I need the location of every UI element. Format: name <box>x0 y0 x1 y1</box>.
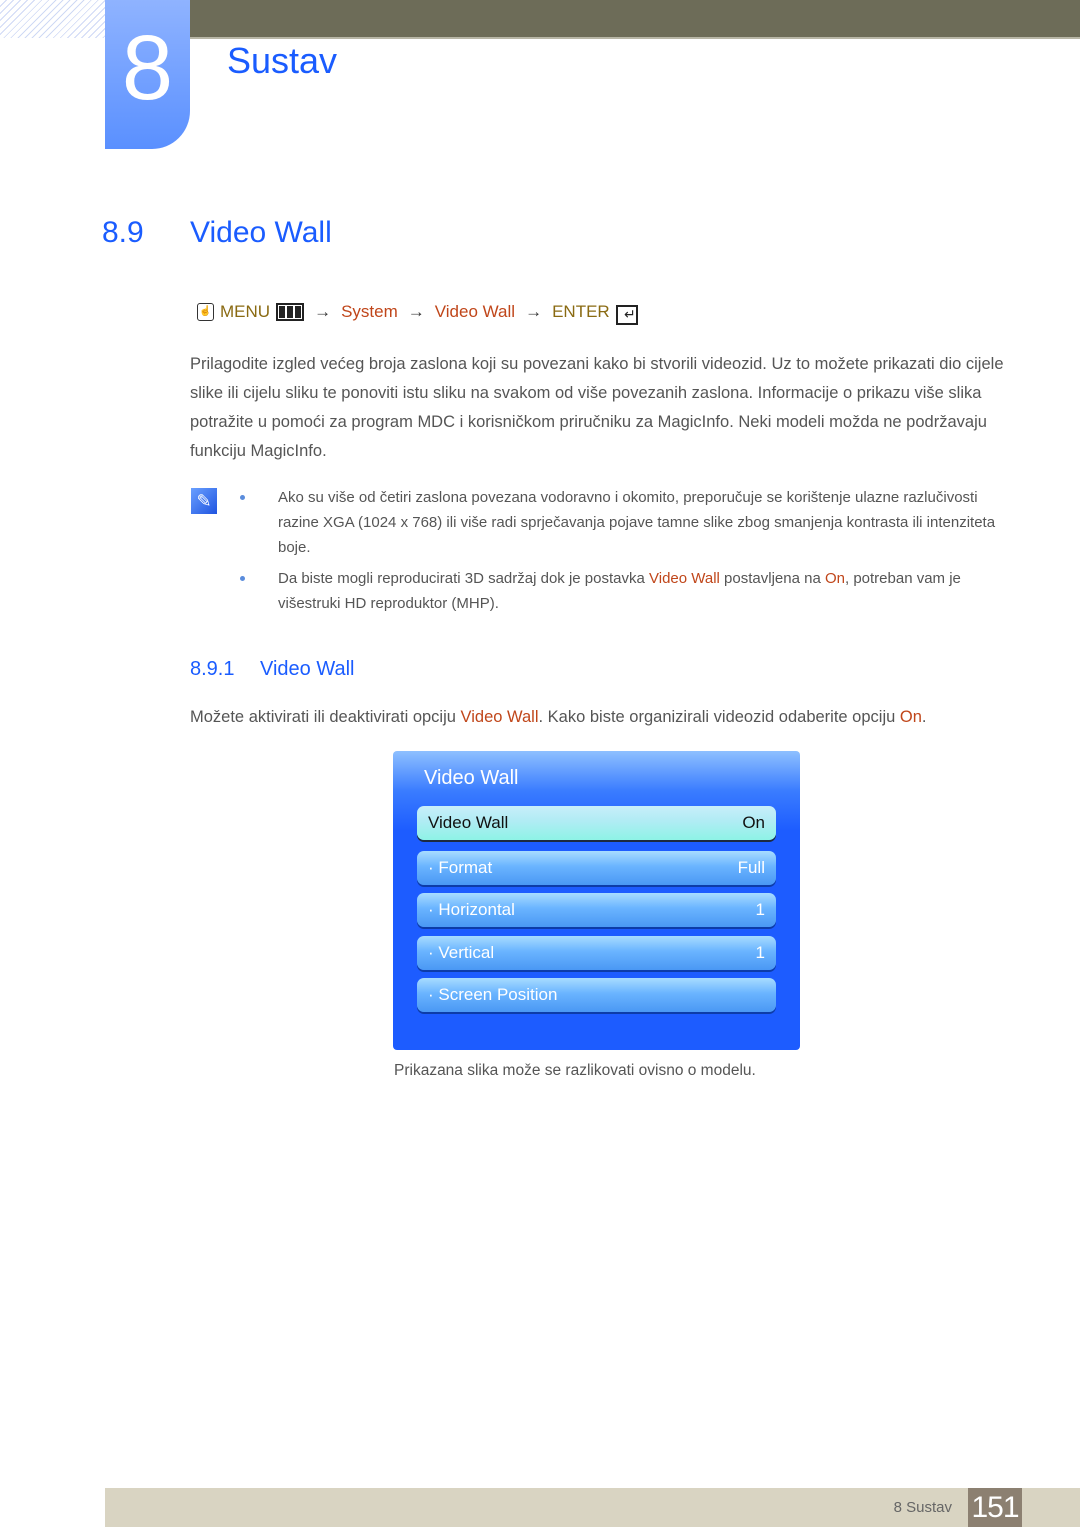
osd-row-horizontal[interactable]: · Horizontal 1 <box>417 893 776 927</box>
bullet-icon <box>240 576 245 581</box>
osd-row-vertical[interactable]: · Vertical 1 <box>417 936 776 970</box>
osd-row-format[interactable]: · Format Full <box>417 851 776 885</box>
page-number: 151 <box>968 1488 1022 1527</box>
osd-title: Video Wall <box>424 767 519 789</box>
note-text: Ako su više od četiri zaslona povezana v… <box>278 489 996 556</box>
note-text-mid: postavljena na <box>719 570 825 587</box>
arrow-icon: → <box>525 302 543 321</box>
note-text-pre: Da biste mogli reproducirati 3D sadržaj … <box>278 570 650 587</box>
osd-row-value: Full <box>737 858 765 877</box>
highlight-on: On <box>824 570 845 587</box>
osd-menu-screenshot: Video Wall Video Wall On · Format Full ·… <box>393 751 800 1050</box>
footer-chapter: 8 Sustav <box>893 1499 952 1516</box>
osd-row-label: · Vertical <box>428 943 495 962</box>
section-title: Video Wall <box>190 216 332 249</box>
menu-path-video-wall: Video Wall <box>434 302 516 321</box>
menu-path-system: System <box>341 302 398 321</box>
subsection-text-post: . <box>921 708 927 726</box>
osd-row-value: On <box>742 813 765 832</box>
chapter-number: 8 <box>121 17 174 119</box>
enter-icon: ↵ <box>615 305 638 325</box>
decorative-hatch <box>0 0 105 38</box>
osd-row-label: Video Wall <box>428 813 509 832</box>
subsection-number: 8.9.1 <box>190 658 235 680</box>
osd-row-label: · Screen Position <box>428 985 558 1004</box>
osd-row-label: · Horizontal <box>428 900 515 919</box>
osd-row-value: 1 <box>755 943 765 962</box>
section-heading: 8.9 Video Wall <box>102 216 332 250</box>
subsection-heading: 8.9.1 Video Wall <box>190 658 355 681</box>
note-item: Ako su više od četiri zaslona povezana v… <box>240 485 1010 560</box>
hand-remote-icon: ☝ <box>197 303 214 321</box>
chapter-title: Sustav <box>227 40 338 81</box>
subsection-title: Video Wall <box>260 658 355 680</box>
note-pencil-icon: ✎ <box>191 488 217 514</box>
subsection-text-mid: . Kako biste organizirali videozid odabe… <box>538 708 900 726</box>
bullet-icon <box>240 495 245 500</box>
menu-path-enter: ENTER <box>552 302 610 321</box>
osd-row-screen-position[interactable]: · Screen Position <box>417 978 776 1012</box>
highlight-video-wall: Video Wall <box>460 708 539 726</box>
image-caption: Prikazana slika može se razlikovati ovis… <box>394 1062 756 1079</box>
header-bar <box>190 0 1080 39</box>
intro-paragraph: Prilagodite izgled većeg broja zaslona k… <box>190 355 1004 460</box>
section-number: 8.9 <box>102 216 144 249</box>
arrow-icon: → <box>407 302 425 321</box>
menu-path-menu: MENU <box>220 302 271 321</box>
subsection-paragraph: Možete aktivirati ili deaktivirati opcij… <box>190 708 926 727</box>
chapter-number-tab: 8 <box>105 0 190 149</box>
highlight-video-wall: Video Wall <box>649 570 720 587</box>
menu-path: ☝ MENU → System → Video Wall → ENTER ↵ <box>197 302 638 325</box>
note-list: Ako su više od četiri zaslona povezana v… <box>240 485 1010 622</box>
footer-bar: 8 Sustav 151 <box>105 1488 1080 1527</box>
subsection-text-pre: Možete aktivirati ili deaktivirati opcij… <box>190 708 461 726</box>
osd-row-video-wall[interactable]: Video Wall On <box>417 806 776 840</box>
osd-row-label: · Format <box>428 858 493 877</box>
highlight-on: On <box>899 708 922 726</box>
osd-row-value: 1 <box>755 900 765 919</box>
menu-grid-icon <box>276 303 305 321</box>
note-item: Da biste mogli reproducirati 3D sadržaj … <box>240 566 1010 616</box>
arrow-icon: → <box>314 302 332 321</box>
